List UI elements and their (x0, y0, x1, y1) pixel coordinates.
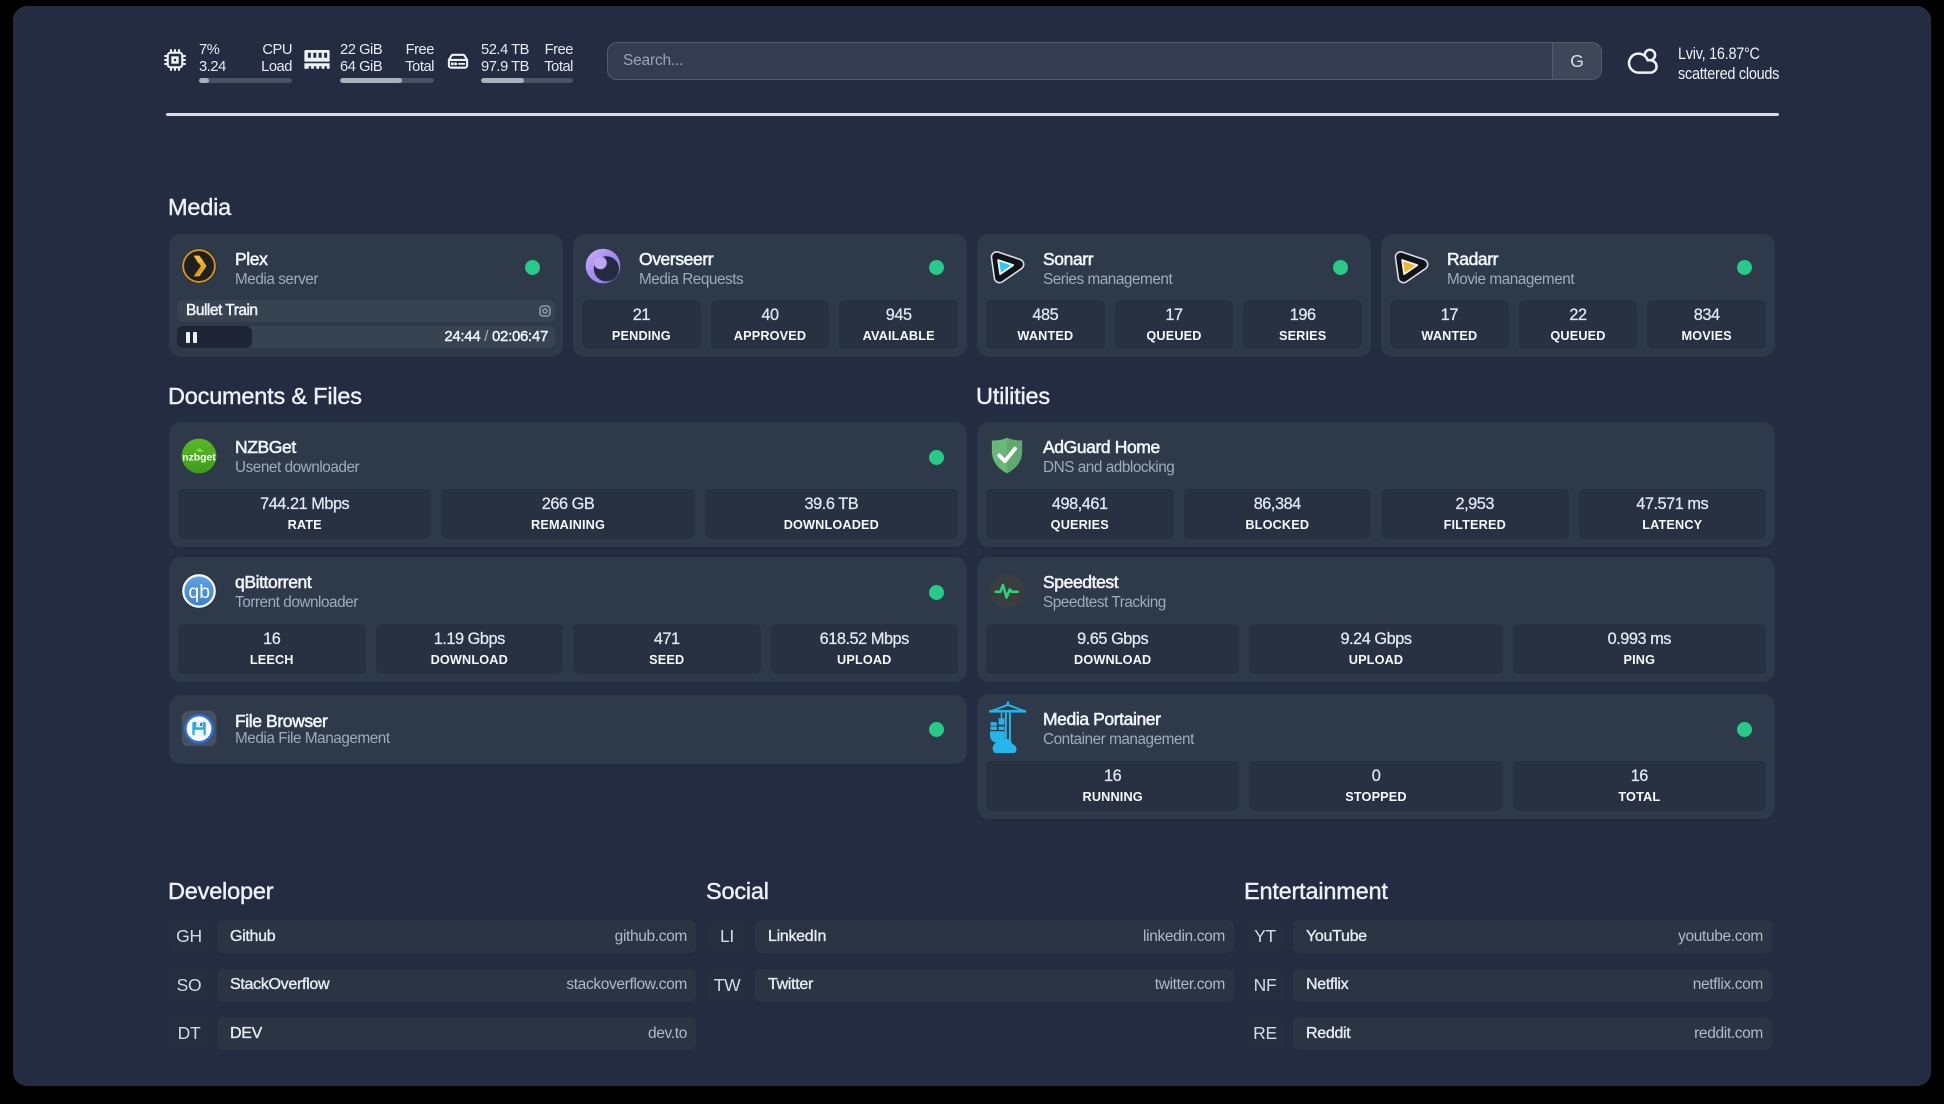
svg-text:qb: qb (188, 581, 210, 603)
svg-text:nzbget: nzbget (182, 453, 216, 464)
